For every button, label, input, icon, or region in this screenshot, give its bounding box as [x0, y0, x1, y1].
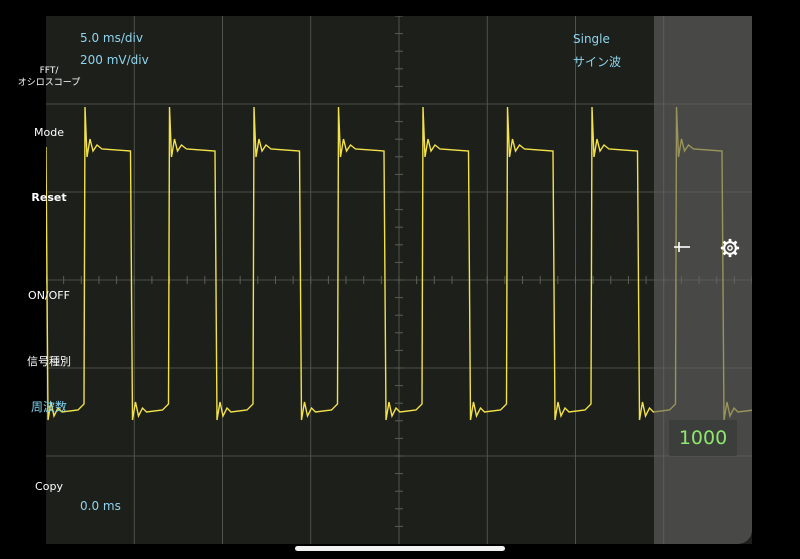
time-per-div-readout: 5.0 ms/div: [80, 31, 143, 45]
oscilloscope-screen[interactable]: 5.0 ms/div 200 mV/div Single サイン波 0.0 ms: [46, 16, 752, 544]
graticule-grid: [46, 16, 752, 544]
cursor-crosshair-icon[interactable]: [672, 239, 692, 255]
mode-button[interactable]: Mode: [0, 126, 98, 139]
waveform-type-readout: サイン波: [573, 55, 622, 69]
copy-button[interactable]: Copy: [0, 480, 98, 493]
time-offset-readout: 0.0 ms: [80, 499, 121, 513]
trigger-mode-readout: Single: [573, 32, 610, 46]
on-off-button[interactable]: ON/OFF: [0, 289, 98, 302]
frequency-label: 周波数: [30, 400, 67, 414]
gear-icon[interactable]: [720, 238, 740, 258]
frequency-input[interactable]: 1000: [669, 420, 737, 456]
control-panel: [654, 16, 752, 544]
reset-button[interactable]: Reset: [0, 191, 98, 204]
oscilloscope-display: [46, 16, 752, 544]
fft-oscilloscope-toggle-button[interactable]: FFT/ オシロスコープ: [0, 65, 98, 89]
signal-type-button[interactable]: 信号種別: [0, 353, 98, 369]
home-indicator: [295, 546, 505, 551]
